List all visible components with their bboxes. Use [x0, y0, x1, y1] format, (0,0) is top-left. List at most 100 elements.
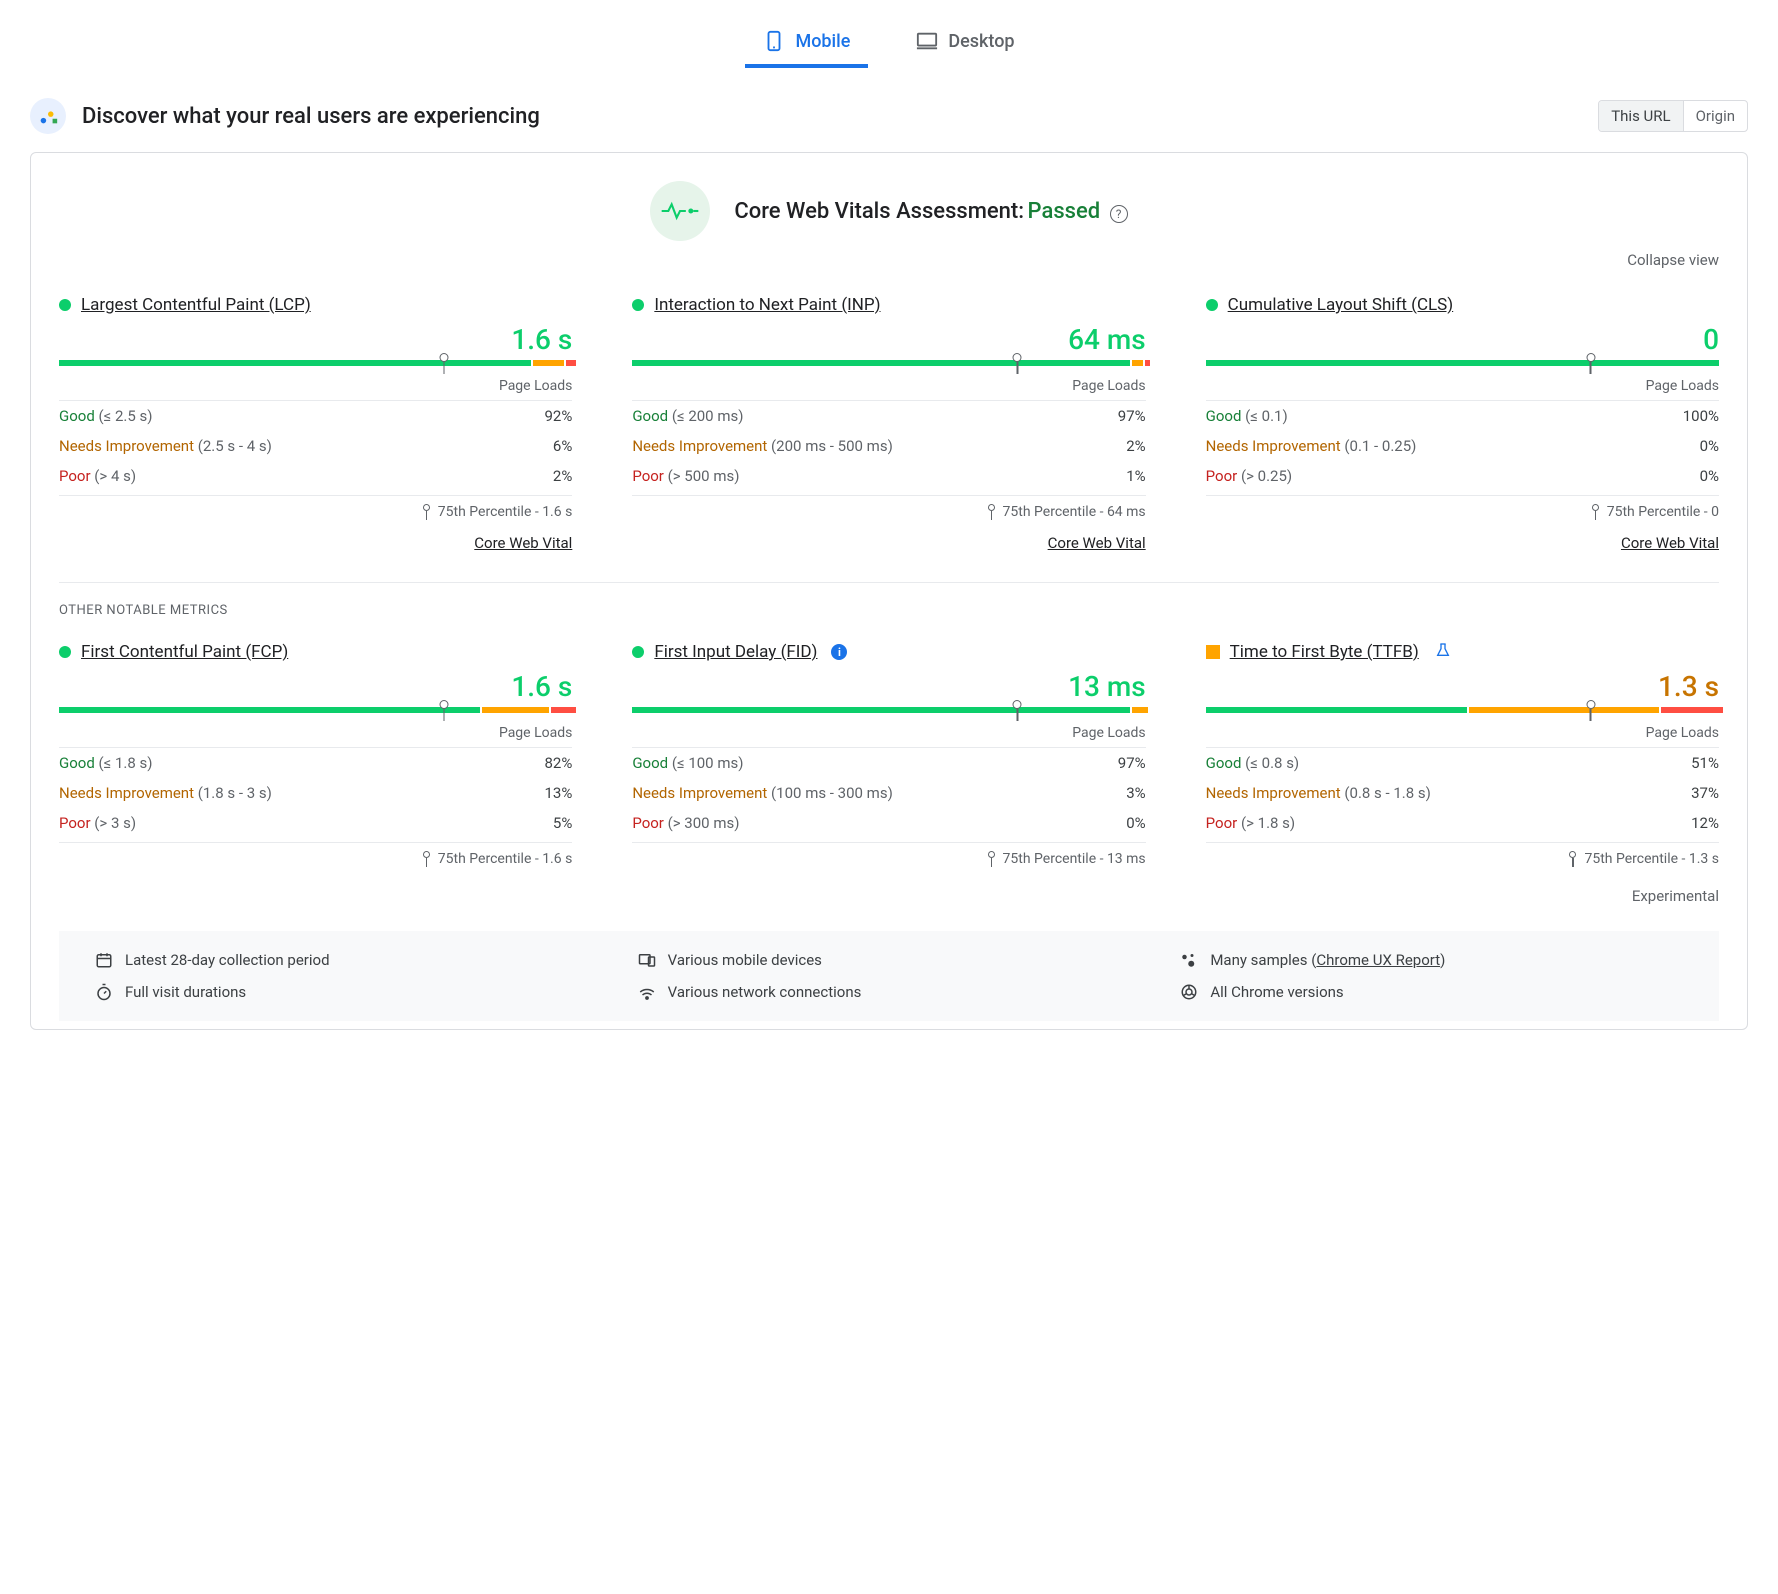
metric-name[interactable]: Time to First Byte (TTFB) — [1230, 642, 1419, 662]
assessment-label: Core Web Vitals Assessment: — [734, 199, 1024, 224]
metric-value: 1.6 s — [59, 323, 572, 356]
percentile-marker-icon — [439, 700, 448, 720]
scope-this-url[interactable]: This URL — [1599, 101, 1682, 131]
metric-card: Time to First Byte (TTFB)1.3 sPage Loads… — [1206, 642, 1719, 867]
metric-name[interactable]: First Input Delay (FID) — [654, 642, 817, 662]
page-loads-label: Page Loads — [632, 378, 1145, 401]
distribution-row-poor: Poor (> 4 s)2% — [59, 461, 572, 491]
distribution-row-ni: Needs Improvement (1.8 s - 3 s)13% — [59, 778, 572, 808]
metric-name[interactable]: Largest Contentful Paint (LCP) — [81, 295, 311, 315]
core-web-vital-link[interactable]: Core Web Vital — [59, 534, 572, 552]
meta-versions: All Chrome versions — [1180, 983, 1683, 1001]
metric-value: 1.6 s — [59, 670, 572, 703]
metric-card: First Input Delay (FID)i13 msPage LoadsG… — [632, 642, 1145, 867]
percentile-marker-icon — [1586, 353, 1595, 373]
page-title: Discover what your real users are experi… — [82, 104, 540, 129]
percentile-footer: 75th Percentile - 13 ms — [632, 842, 1145, 867]
scope-origin[interactable]: Origin — [1683, 101, 1747, 131]
status-square-ni — [1206, 645, 1220, 659]
chrome-icon — [1180, 983, 1198, 1001]
calendar-icon — [95, 951, 113, 969]
percentile-footer: 75th Percentile - 0 — [1206, 495, 1719, 520]
status-dot-good — [632, 299, 644, 311]
dist-segment-ni — [1132, 707, 1147, 713]
chrome-ux-report-link[interactable]: Chrome UX Report — [1316, 951, 1440, 969]
assessment-status: Passed — [1028, 199, 1101, 224]
header-row: Discover what your real users are experi… — [30, 98, 1748, 134]
tab-mobile-label: Mobile — [795, 31, 850, 52]
info-icon[interactable]: i — [831, 644, 847, 660]
flask-icon[interactable] — [1435, 642, 1451, 662]
field-data-card: Core Web Vitals Assessment: Passed ? Col… — [30, 152, 1748, 1030]
tab-desktop[interactable]: Desktop — [898, 18, 1032, 68]
metric-value: 0 — [1206, 323, 1719, 356]
metric-card: Largest Contentful Paint (LCP) 1.6 s Page … — [59, 295, 572, 552]
meta-footer: Latest 28-day collection period Various … — [59, 931, 1719, 1021]
distribution-row-ni: Needs Improvement (0.1 - 0.25)0% — [1206, 431, 1719, 461]
meta-samples: Many samples (Chrome UX Report) — [1180, 951, 1683, 969]
percentile-marker-icon — [1568, 851, 1578, 867]
desktop-icon — [916, 30, 938, 52]
distribution-bar — [1206, 707, 1719, 713]
meta-devices: Various mobile devices — [638, 951, 1141, 969]
core-web-vital-link[interactable]: Core Web Vital — [632, 534, 1145, 552]
percentile-marker-icon — [1586, 700, 1595, 720]
metric-card: First Contentful Paint (FCP)1.6 sPage Lo… — [59, 642, 572, 867]
distribution-row-good: Good (≤ 200 ms)97% — [632, 401, 1145, 431]
dist-segment-poor — [1661, 707, 1723, 713]
percentile-marker-icon — [1013, 700, 1022, 720]
dist-segment-good — [59, 360, 531, 366]
meta-connections: Various network connections — [638, 983, 1141, 1001]
metric-value: 64 ms — [632, 323, 1145, 356]
distribution-row-good: Good (≤ 100 ms)97% — [632, 748, 1145, 778]
metric-name[interactable]: Interaction to Next Paint (INP) — [654, 295, 880, 315]
other-metrics-grid: First Contentful Paint (FCP) 1.6 s Page Lo… — [59, 642, 1719, 867]
distribution-row-poor: Poor (> 3 s)5% — [59, 808, 572, 838]
metric-card: Cumulative Layout Shift (CLS) 0 Page Loads… — [1206, 295, 1719, 552]
meta-durations: Full visit durations — [95, 983, 598, 1001]
status-dot-good — [59, 299, 71, 311]
distribution-row-good: Good (≤ 0.1)100% — [1206, 401, 1719, 431]
core-web-vital-link[interactable]: Core Web Vital — [1206, 534, 1719, 552]
network-icon — [638, 983, 656, 1001]
page-loads-label: Page Loads — [1206, 378, 1719, 401]
distribution-row-ni: Needs Improvement (2.5 s - 4 s)6% — [59, 431, 572, 461]
assessment-row: Core Web Vitals Assessment: Passed ? — [59, 181, 1719, 241]
dist-segment-ni — [482, 707, 549, 713]
crux-icon — [30, 98, 66, 134]
dist-segment-good — [59, 707, 480, 713]
percentile-marker-icon — [987, 851, 997, 867]
percentile-marker-icon — [1591, 504, 1601, 520]
tab-mobile[interactable]: Mobile — [745, 18, 868, 68]
status-dot-good — [632, 646, 644, 658]
dist-segment-good — [1206, 360, 1719, 366]
dist-segment-ni — [1132, 360, 1142, 366]
dist-segment-good — [1206, 707, 1468, 713]
page-loads-label: Page Loads — [59, 378, 572, 401]
experimental-label: Experimental — [59, 887, 1719, 905]
samples-icon — [1180, 951, 1198, 969]
percentile-footer: 75th Percentile - 1.3 s — [1206, 842, 1719, 867]
percentile-footer: 75th Percentile - 1.6 s — [59, 842, 572, 867]
metric-name[interactable]: First Contentful Paint (FCP) — [81, 642, 288, 662]
distribution-bar — [632, 707, 1145, 713]
status-dot-good — [59, 646, 71, 658]
metrics-divider — [59, 582, 1719, 583]
scope-toggle: This URL Origin — [1598, 100, 1748, 132]
vitals-icon — [650, 181, 710, 241]
metric-card: Interaction to Next Paint (INP) 64 ms Page… — [632, 295, 1145, 552]
dist-segment-good — [632, 707, 1130, 713]
distribution-bar — [59, 360, 572, 366]
metric-name[interactable]: Cumulative Layout Shift (CLS) — [1228, 295, 1454, 315]
devices-icon — [638, 951, 656, 969]
percentile-marker-icon — [422, 851, 432, 867]
help-icon[interactable]: ? — [1110, 205, 1128, 223]
dist-segment-ni — [1469, 707, 1659, 713]
meta-period: Latest 28-day collection period — [95, 951, 598, 969]
distribution-row-poor: Poor (> 1.8 s)12% — [1206, 808, 1719, 838]
collapse-view[interactable]: Collapse view — [1627, 251, 1719, 269]
page-loads-label: Page Loads — [632, 725, 1145, 748]
dist-segment-good — [632, 360, 1130, 366]
dist-segment-poor — [1145, 360, 1150, 366]
percentile-marker-icon — [1013, 353, 1022, 373]
